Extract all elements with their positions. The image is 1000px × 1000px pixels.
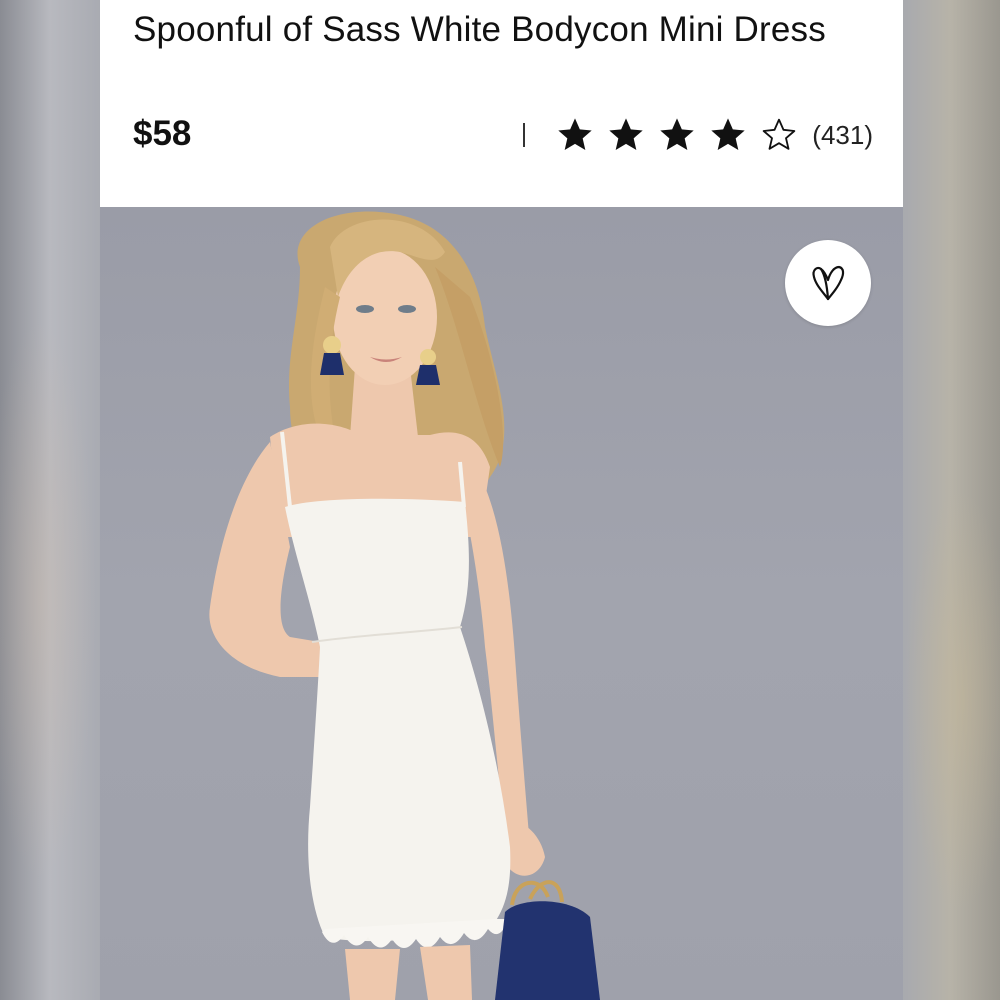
star-filled-icon xyxy=(660,118,694,150)
favorite-button[interactable] xyxy=(785,240,871,326)
model-photo-illustration xyxy=(209,211,600,1000)
product-rating[interactable]: (431) xyxy=(523,112,873,158)
star-filled-icon xyxy=(711,118,745,150)
product-title: Spoonful of Sass White Bodycon Mini Dres… xyxy=(133,10,826,49)
heart-outline-icon xyxy=(812,265,845,301)
product-photo[interactable] xyxy=(100,207,903,1000)
product-card: Spoonful of Sass White Bodycon Mini Dres… xyxy=(100,0,903,1000)
rating-divider xyxy=(523,123,526,147)
star-outline-icon xyxy=(763,118,796,150)
product-header: Spoonful of Sass White Bodycon Mini Dres… xyxy=(100,0,903,207)
review-count[interactable]: (431) xyxy=(812,120,873,151)
star-filled-icon xyxy=(558,118,592,150)
star-filled-icon xyxy=(609,118,643,150)
product-price: $58 xyxy=(133,114,192,153)
